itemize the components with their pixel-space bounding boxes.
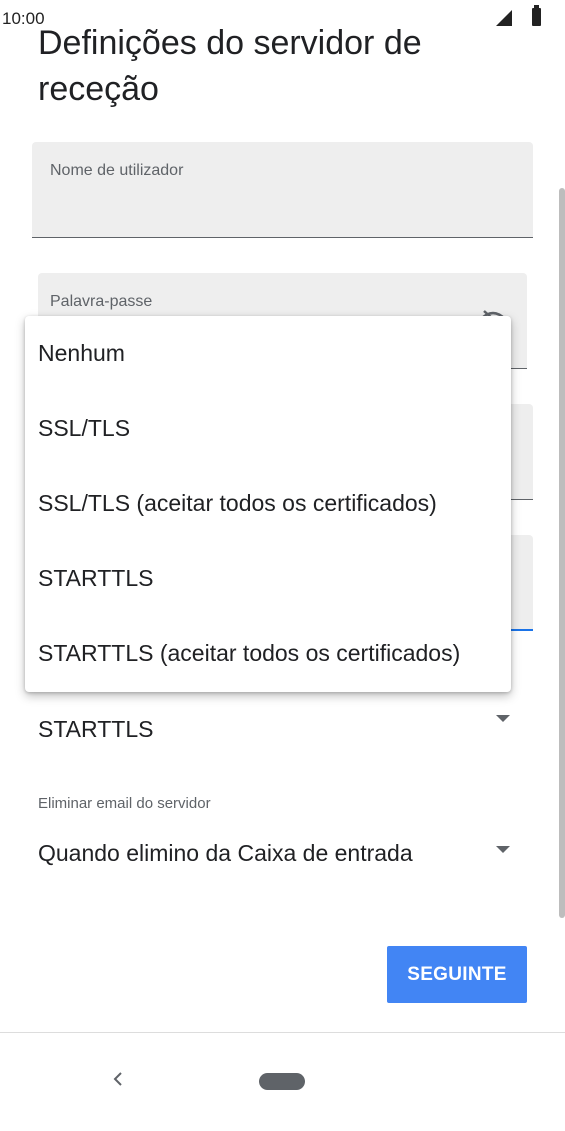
delete-email-label: Eliminar email do servidor	[38, 795, 211, 812]
delete-email-select[interactable]: Quando elimino da Caixa de entrada	[38, 840, 413, 867]
back-icon[interactable]	[108, 1069, 128, 1089]
battery-icon	[532, 5, 541, 26]
menu-item-starttls-all-certs[interactable]: STARTTLS (aceitar todos os certificados)	[25, 616, 511, 691]
security-type-menu: Nenhum SSL/TLS SSL/TLS (aceitar todos os…	[25, 316, 511, 692]
username-underline	[32, 237, 533, 238]
username-label: Nome de utilizador	[50, 162, 184, 179]
password-label: Palavra-passe	[50, 293, 153, 310]
security-type-select[interactable]: STARTTLS	[38, 716, 153, 743]
arrow-drop-down-icon[interactable]	[496, 846, 510, 853]
scrollbar[interactable]	[559, 188, 565, 918]
arrow-drop-down-icon[interactable]	[496, 715, 510, 722]
home-icon[interactable]	[259, 1073, 305, 1090]
page-title: Definições do servidor de receção	[38, 24, 422, 108]
navigation-bar	[0, 1032, 565, 1131]
menu-item-none[interactable]: Nenhum	[25, 316, 511, 391]
menu-item-ssl-tls-all-certs[interactable]: SSL/TLS (aceitar todos os certificados)	[25, 466, 511, 541]
menu-item-ssl-tls[interactable]: SSL/TLS	[25, 391, 511, 466]
next-button[interactable]: SEGUINTE	[387, 946, 527, 1003]
menu-item-starttls[interactable]: STARTTLS	[25, 541, 511, 616]
username-field[interactable]: Nome de utilizador	[32, 142, 533, 238]
